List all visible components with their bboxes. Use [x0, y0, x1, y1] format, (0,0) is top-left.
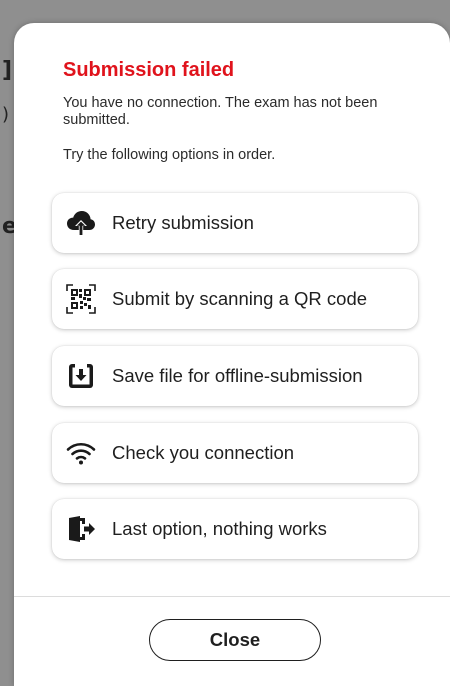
last-option-button[interactable]: Last option, nothing works [52, 499, 418, 559]
qr-code-icon [66, 284, 96, 314]
wifi-icon [66, 438, 96, 468]
option-label: Retry submission [112, 212, 254, 233]
exit-door-icon [66, 514, 96, 544]
dialog-title: Submission failed [63, 59, 235, 81]
dialog-message: You have no connection. The exam has not… [63, 95, 378, 128]
save-offline-file-button[interactable]: Save file for offline-submission [52, 346, 418, 406]
option-label: Submit by scanning a QR code [112, 288, 368, 309]
dialog-hint: Try the following options in order. [63, 147, 276, 163]
option-label: Save file for offline-submission [112, 365, 363, 386]
download-box-icon [66, 361, 96, 391]
scan-qr-code-button[interactable]: Submit by scanning a QR code [52, 269, 418, 329]
option-label: Check you connection [112, 442, 295, 463]
retry-submission-button[interactable]: Retry submission [52, 193, 418, 253]
cloud-upload-icon [66, 208, 96, 238]
close-button[interactable]: Close [149, 619, 321, 661]
option-label: Last option, nothing works [112, 518, 327, 539]
footer-divider [14, 596, 450, 597]
submission-failed-dialog: Submission failed You have no connection… [14, 23, 450, 686]
check-connection-button[interactable]: Check you connection [52, 423, 418, 483]
background-glyph: ] [2, 58, 13, 83]
background-glyph: ) [2, 104, 10, 125]
